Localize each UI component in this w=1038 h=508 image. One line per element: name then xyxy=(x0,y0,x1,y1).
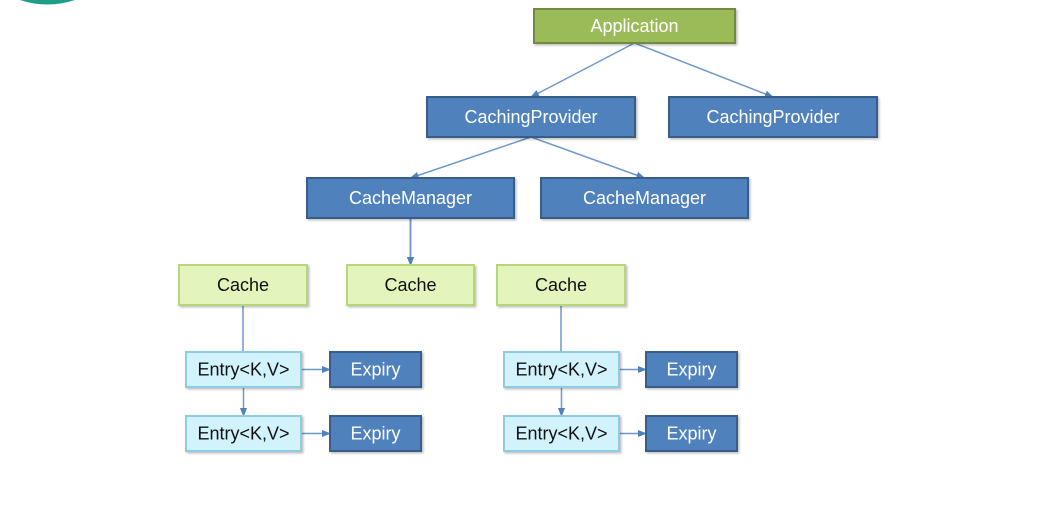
node-entry-3: Entry<K,V> xyxy=(503,351,620,388)
node-label: Cache xyxy=(535,275,587,295)
node-entry-1: Entry<K,V> xyxy=(185,351,302,388)
node-expiry-1: Expiry xyxy=(329,351,422,388)
nodes: Application CachingProvider CachingProvide… xyxy=(178,8,878,452)
cache-architecture-diagram: Application CachingProvider CachingProvide… xyxy=(20,0,878,452)
node-caching-provider-1: CachingProvider xyxy=(426,96,636,138)
node-label: Entry<K,V> xyxy=(197,359,289,379)
node-caching-provider-2: CachingProvider xyxy=(668,96,878,138)
node-cache-manager-1: CacheManager xyxy=(306,177,515,219)
node-cache-1: Cache xyxy=(178,264,308,306)
node-label: CacheManager xyxy=(583,188,706,208)
node-label: Cache xyxy=(217,275,269,295)
node-cache-2: Cache xyxy=(346,264,475,306)
node-label: Cache xyxy=(384,275,436,295)
node-entry-4: Entry<K,V> xyxy=(503,415,620,452)
node-label: CachingProvider xyxy=(706,107,839,127)
node-expiry-2: Expiry xyxy=(329,415,422,452)
node-label: Application xyxy=(590,16,678,36)
node-label: Entry<K,V> xyxy=(197,423,289,443)
connector-application-to-caching_provider_2 xyxy=(634,42,774,98)
node-cache-3: Cache xyxy=(496,264,626,306)
node-label: Expiry xyxy=(666,359,716,379)
node-label: Expiry xyxy=(350,423,400,443)
node-application: Application xyxy=(533,8,736,44)
node-expiry-3: Expiry xyxy=(645,351,738,388)
node-entry-2: Entry<K,V> xyxy=(185,415,302,452)
connector-caching_provider_1-to-cache_manager_1 xyxy=(409,136,532,179)
node-label: Expiry xyxy=(666,423,716,443)
node-label: Entry<K,V> xyxy=(515,359,607,379)
connector-caching_provider_1-to-cache_manager_2 xyxy=(530,136,646,179)
node-label: CachingProvider xyxy=(464,107,597,127)
node-expiry-4: Expiry xyxy=(645,415,738,452)
node-label: Expiry xyxy=(350,359,400,379)
node-label: CacheManager xyxy=(349,188,472,208)
corner-logo-arc xyxy=(20,0,75,5)
node-label: Entry<K,V> xyxy=(515,423,607,443)
connector-application-to-caching_provider_1 xyxy=(530,42,635,98)
node-cache-manager-2: CacheManager xyxy=(540,177,749,219)
